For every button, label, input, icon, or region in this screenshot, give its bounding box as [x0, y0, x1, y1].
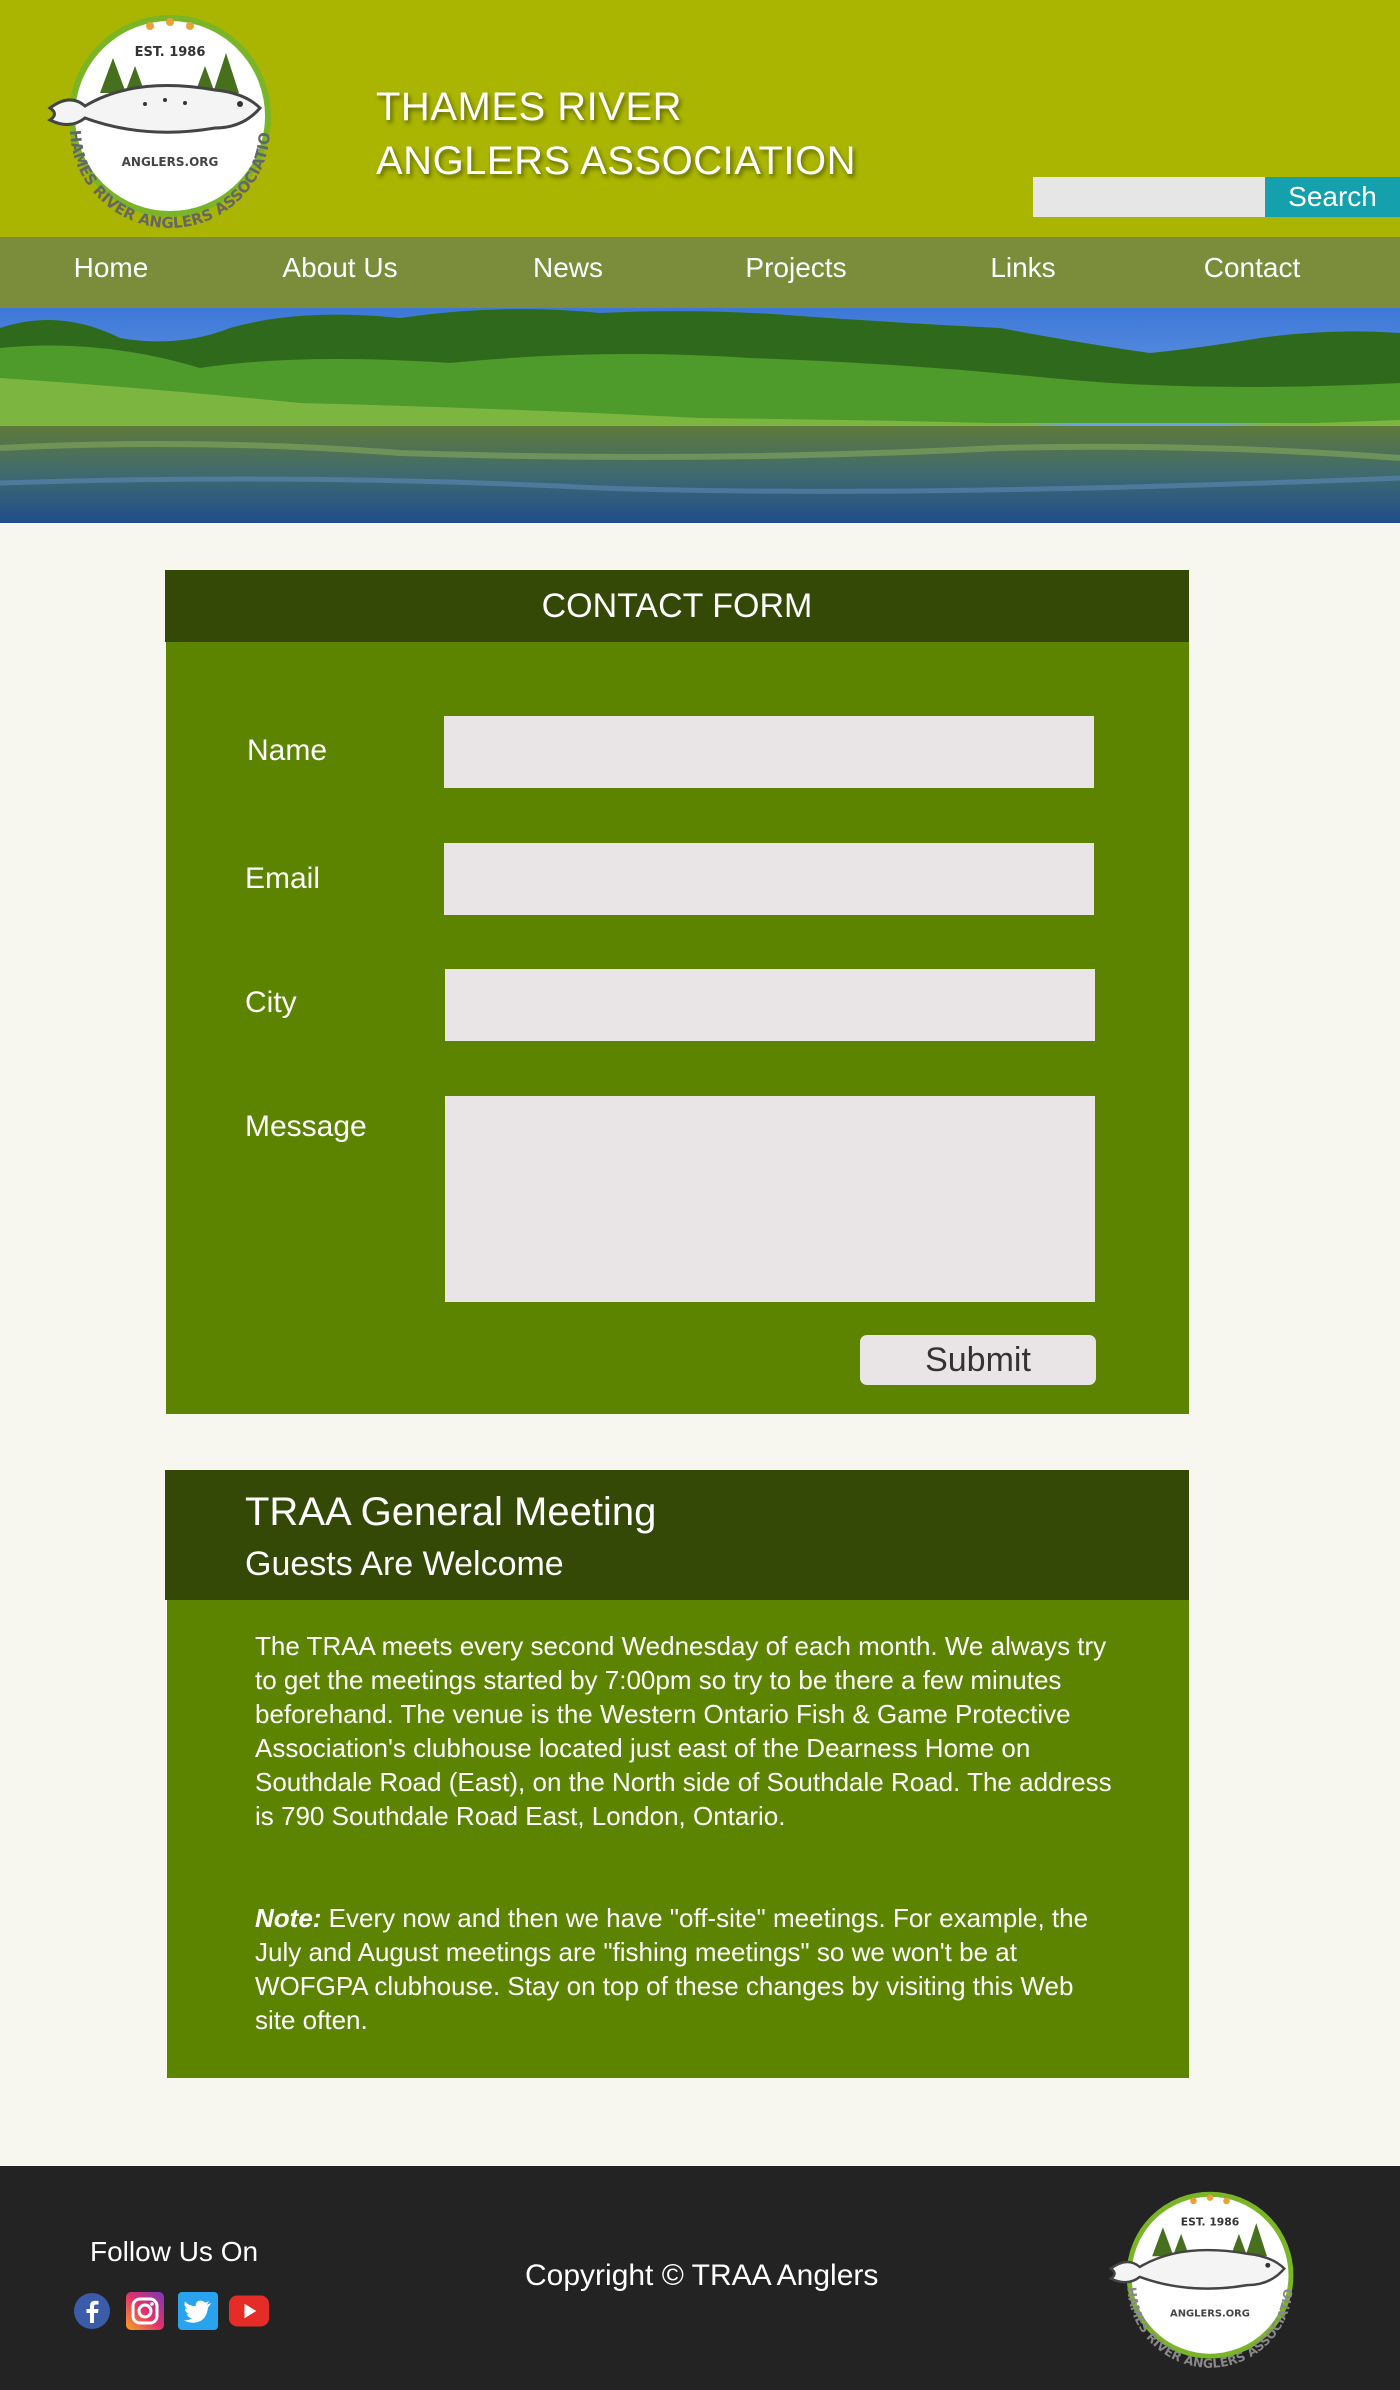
city-field[interactable]: [445, 969, 1095, 1041]
instagram-icon[interactable]: [125, 2292, 165, 2330]
note-text: Every now and then we have "off-site" me…: [255, 1903, 1089, 2035]
nav-item-projects[interactable]: Projects: [686, 237, 906, 308]
name-label: Name: [247, 734, 328, 767]
email-field[interactable]: [444, 843, 1094, 915]
nav-item-about-us[interactable]: About Us: [230, 237, 450, 308]
submit-button[interactable]: Submit: [860, 1335, 1096, 1385]
email-label: Email: [245, 862, 321, 895]
site-title: THAMES RIVER ANGLERS ASSOCIATION: [376, 80, 856, 188]
traa-logo[interactable]: EST. 1986 ANGLERS.ORG THAMES RIVER ANGLE…: [45, 8, 295, 238]
svg-text:ANGLERS.ORG: ANGLERS.ORG: [1170, 2309, 1250, 2320]
city-label: City: [245, 986, 297, 1019]
svg-text:EST. 1986: EST. 1986: [135, 45, 206, 60]
river-banner-image: [0, 308, 1400, 523]
svg-text:EST. 1986: EST. 1986: [1181, 2216, 1239, 2229]
note-label: Note:: [255, 1903, 322, 1933]
nav-item-home[interactable]: Home: [1, 237, 221, 308]
nav-item-news[interactable]: News: [458, 237, 678, 308]
copyright-text: Copyright © TRAA Anglers: [525, 2259, 879, 2292]
meeting-subtitle: Guests Are Welcome: [245, 1545, 564, 1583]
site-header: EST. 1986 ANGLERS.ORG THAMES RIVER ANGLE…: [0, 0, 1400, 237]
follow-us-label: Follow Us On: [90, 2236, 259, 2267]
meeting-note: Note: Every now and then we have "off-si…: [255, 1901, 1115, 2037]
name-field[interactable]: [444, 716, 1094, 788]
svg-text:ANGLERS.ORG: ANGLERS.ORG: [122, 155, 219, 169]
meeting-title: TRAA General Meeting: [245, 1490, 657, 1534]
nav-item-links[interactable]: Links: [913, 237, 1133, 308]
footer-traa-logo[interactable]: EST. 1986 ANGLERS.ORG THAMES RIVER ANGLE…: [1105, 2186, 1315, 2376]
contact-form-title: CONTACT FORM: [541, 587, 813, 625]
nav-item-contact[interactable]: Contact: [1142, 237, 1362, 308]
search-input[interactable]: [1033, 177, 1266, 217]
message-field[interactable]: [445, 1096, 1095, 1302]
search-button[interactable]: Search: [1265, 177, 1400, 217]
twitter-icon[interactable]: [178, 2292, 218, 2330]
main-nav: Home About Us News Projects Links Contac…: [0, 237, 1400, 308]
facebook-icon[interactable]: [72, 2292, 112, 2330]
message-label: Message: [245, 1110, 367, 1143]
meeting-description: The TRAA meets every second Wednesday of…: [255, 1631, 1112, 1831]
site-title-line1: THAMES RIVER: [376, 85, 683, 129]
youtube-icon[interactable]: [229, 2292, 269, 2330]
site-title-line2: ANGLERS ASSOCIATION: [376, 139, 856, 183]
